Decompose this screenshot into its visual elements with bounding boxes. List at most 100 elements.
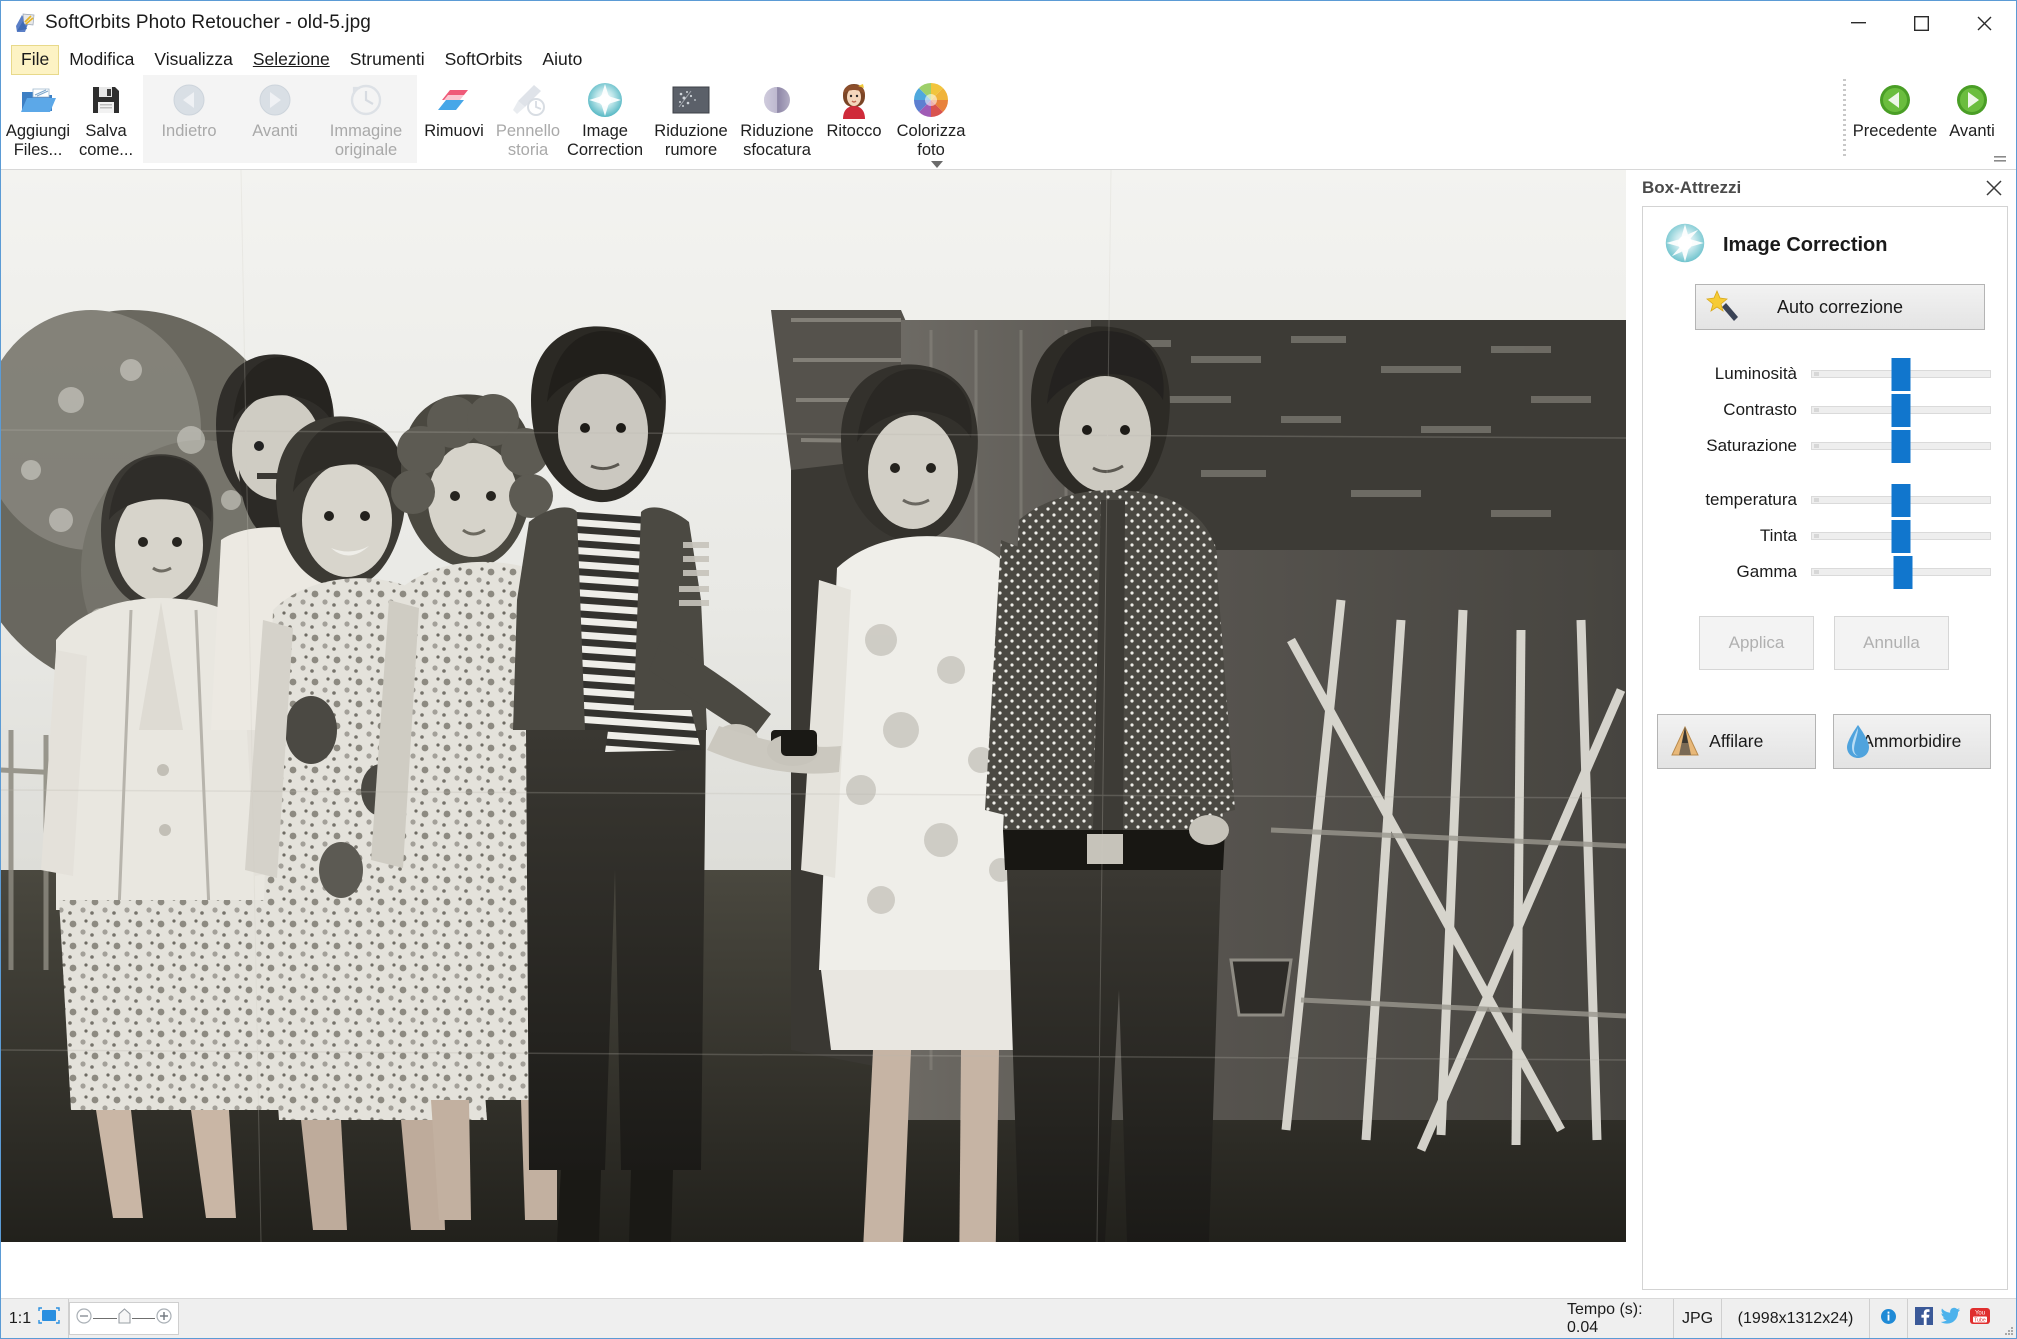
retouch-button[interactable]: Ritocco — [820, 75, 888, 161]
close-button[interactable] — [1953, 1, 2016, 45]
menu-label: Visualizza — [154, 49, 233, 69]
brightness-slider[interactable] — [1811, 358, 1991, 391]
save-as-button[interactable]: Salva come... — [72, 75, 140, 161]
gamma-slider[interactable] — [1811, 556, 1991, 589]
slider-row-contrasto: Contrasto — [1657, 392, 1991, 428]
menu-label: Selezione — [252, 49, 330, 69]
info-cell[interactable] — [1870, 1299, 1908, 1338]
sharpen-soften-row: Affilare Ammorbidire — [1657, 714, 1991, 769]
youtube-icon[interactable]: You Tube — [1969, 1307, 1991, 1330]
auto-correction-button[interactable]: Auto correzione — [1695, 284, 1985, 330]
image-canvas[interactable] — [1, 170, 1633, 1298]
slider-thumb[interactable] — [1891, 430, 1911, 463]
saturation-slider[interactable] — [1811, 430, 1991, 463]
zoom-track[interactable] — [93, 1318, 117, 1319]
slider-thumb[interactable] — [1891, 484, 1911, 517]
slider-label: Saturazione — [1706, 436, 1797, 455]
slider-label: Gamma — [1736, 562, 1797, 581]
undo-arrow-icon — [171, 80, 207, 120]
menu-item-modifica[interactable]: Modifica — [59, 45, 144, 75]
magic-wand-icon — [1706, 289, 1742, 330]
slider-thumb[interactable] — [1891, 520, 1911, 553]
cancel-label: Annulla — [1863, 633, 1920, 652]
slider-thumb[interactable] — [1891, 358, 1911, 391]
ribbon-group-remove: Rimuovi — [417, 75, 491, 163]
tool-label: Aggiungi Files... — [5, 122, 71, 159]
retouch-portrait-icon — [837, 80, 871, 120]
ribbon-dotted-separator — [1843, 79, 1846, 159]
menu-item-strumenti[interactable]: Strumenti — [340, 45, 435, 75]
toolbox-title: Box-Attrezzi — [1642, 178, 1742, 197]
zoom-in-icon[interactable] — [156, 1308, 172, 1329]
info-icon[interactable] — [1880, 1308, 1897, 1330]
zoom-out-icon[interactable] — [76, 1308, 92, 1329]
zoom-slider-control[interactable] — [69, 1302, 179, 1335]
menu-item-selezione[interactable]: Selezione — [243, 45, 340, 75]
colorize-photo-button[interactable]: Colorizza foto — [888, 75, 974, 161]
ribbon-group-effects: Pennello storia Image Correction Riduzio… — [491, 75, 977, 163]
soften-button[interactable]: Ammorbidire — [1832, 714, 1991, 769]
temperature-slider[interactable] — [1811, 484, 1991, 517]
soften-label: Ammorbidire — [1862, 731, 1962, 751]
slider-thumb[interactable] — [1893, 556, 1913, 589]
redo-button[interactable]: Avanti — [232, 75, 318, 161]
sharpen-label: Affilare — [1709, 731, 1764, 751]
application-window: SoftOrbits Photo Retoucher - old-5.jpg F… — [0, 0, 2017, 1339]
tool-label: Avanti — [1949, 122, 1995, 140]
fit-to-window-icon[interactable] — [38, 1307, 60, 1330]
contrast-slider[interactable] — [1811, 394, 1991, 427]
app-logo-icon — [14, 12, 36, 34]
menu-item-visualizza[interactable]: Visualizza — [144, 45, 242, 75]
menu-label: Modifica — [69, 49, 135, 69]
processing-time-cell: Tempo (s): 0.04 — [1559, 1299, 1674, 1338]
noise-reduction-button[interactable]: Riduzione rumore — [648, 75, 734, 161]
minimize-button[interactable] — [1827, 1, 1890, 45]
tool-label: Colorizza foto — [896, 122, 966, 159]
add-files-icon — [19, 80, 57, 120]
slider-thumb[interactable] — [1891, 394, 1911, 427]
twitter-icon[interactable] — [1940, 1307, 1961, 1330]
maximize-button[interactable] — [1890, 1, 1953, 45]
history-brush-button[interactable]: Pennello storia — [494, 75, 562, 161]
sharpen-triangle-icon — [1668, 723, 1702, 764]
slider-row-saturazione: Saturazione — [1657, 428, 1991, 464]
zoom-slider-handle-icon[interactable] — [117, 1308, 131, 1329]
blur-reduction-button[interactable]: Riduzione sfocatura — [734, 75, 820, 161]
next-green-arrow-icon — [1955, 80, 1989, 120]
previous-green-arrow-icon — [1878, 80, 1912, 120]
file-format-cell: JPG — [1674, 1299, 1722, 1338]
resize-grip-icon[interactable] — [1998, 1299, 2016, 1338]
photo-image[interactable] — [1, 170, 1626, 1242]
facebook-icon[interactable] — [1915, 1307, 1933, 1330]
auto-correction-label: Auto correzione — [1776, 296, 1904, 317]
remove-brush-icon — [437, 80, 471, 120]
image-correction-panel: Image Correction Auto correzione Luminos… — [1642, 206, 2008, 1290]
menu-item-file[interactable]: File — [11, 45, 60, 75]
zoom-track-2[interactable] — [131, 1318, 155, 1319]
ribbon-expand-icon[interactable] — [1992, 153, 2008, 167]
remove-button[interactable]: Rimuovi — [420, 75, 488, 161]
slider-group-divider — [1657, 464, 1991, 482]
apply-button[interactable]: Applica — [1699, 616, 1814, 670]
original-image-button[interactable]: Immagine originale — [318, 75, 414, 161]
panel-close-icon[interactable] — [1982, 176, 2006, 200]
blur-reduction-icon — [759, 80, 795, 120]
toolbox-header: Box-Attrezzi — [1634, 170, 2016, 206]
next-image-button[interactable]: Avanti — [1938, 75, 2006, 161]
ribbon-overflow-chevron-icon[interactable] — [929, 157, 945, 171]
add-files-button[interactable]: Aggiungi Files... — [4, 75, 72, 161]
menu-item-aiuto[interactable]: Aiuto — [532, 45, 592, 75]
cancel-button[interactable]: Annulla — [1834, 616, 1949, 670]
previous-image-button[interactable]: Precedente — [1852, 75, 1938, 161]
window-title: SoftOrbits Photo Retoucher - old-5.jpg — [45, 12, 371, 33]
image-correction-button[interactable]: Image Correction — [562, 75, 648, 161]
undo-button[interactable]: Indietro — [146, 75, 232, 161]
photo-svg — [1, 170, 1626, 1242]
tool-label: Rimuovi — [424, 122, 484, 140]
sharpen-button[interactable]: Affilare — [1657, 714, 1816, 769]
zoom-ratio-cell[interactable]: 1:1 — [1, 1299, 69, 1338]
image-dimensions-cell: (1998x1312x24) — [1722, 1299, 1870, 1338]
tint-slider[interactable] — [1811, 520, 1991, 553]
menu-item-softorbits[interactable]: SoftOrbits — [435, 45, 533, 75]
module-title: Image Correction — [1723, 234, 1888, 256]
